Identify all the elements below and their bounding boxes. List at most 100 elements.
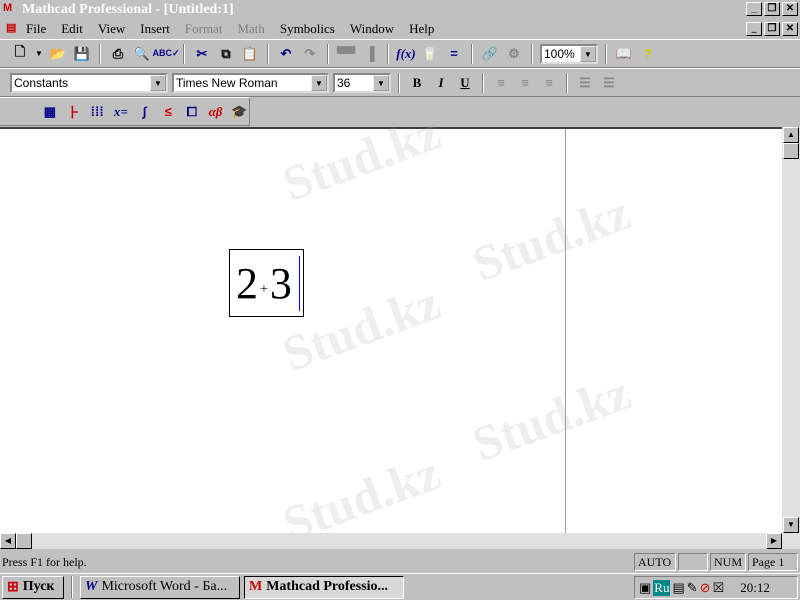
italic-button[interactable]: I <box>431 73 451 93</box>
no-entry-icon[interactable]: ⊘ <box>700 580 711 596</box>
task-word[interactable]: W Microsoft Word - Ба... <box>80 575 240 599</box>
windows-logo-icon: ⊞ <box>7 579 19 595</box>
doc-close-button[interactable]: ✕ <box>782 22 798 36</box>
insert-function-icon[interactable]: f(x) <box>396 44 416 64</box>
minimize-button[interactable]: _ <box>746 2 762 16</box>
font-size-value: 36 <box>337 75 351 90</box>
paste-icon[interactable]: 📋 <box>240 44 260 64</box>
menu-view[interactable]: View <box>98 21 125 37</box>
programming-icon[interactable]: ⧠ <box>182 102 202 122</box>
status-help: Press F1 for help. <box>2 554 87 569</box>
task-label: Mathcad Professio... <box>266 579 389 594</box>
boolean-icon[interactable]: ≤ <box>158 102 178 122</box>
menu-help[interactable]: Help <box>409 21 434 37</box>
menu-symbolics[interactable]: Symbolics <box>280 21 335 37</box>
component-wizard-icon[interactable]: ⚙ <box>504 44 524 64</box>
graph-icon[interactable]: ⺊ <box>64 102 84 122</box>
new-dropdown-icon[interactable]: ▼ <box>34 44 44 64</box>
menu-format[interactable]: Format <box>185 21 223 37</box>
calculus-icon[interactable]: ∫ <box>135 102 155 122</box>
scroll-down-arrow[interactable]: ▼ <box>783 517 799 533</box>
evaluation-icon[interactable]: x= <box>111 102 131 122</box>
menu-file[interactable]: File <box>26 21 46 37</box>
start-label: Пуск <box>22 579 55 594</box>
chevron-down-icon[interactable]: ▼ <box>311 74 327 91</box>
horizontal-scrollbar[interactable]: ◀ ▶ <box>0 533 782 549</box>
font-value: Times New Roman <box>176 75 278 90</box>
checkbox-icon[interactable]: ☒ <box>713 580 725 596</box>
redo-icon[interactable]: ↷ <box>300 44 320 64</box>
formatting-toolbar: Constants ▼ Times New Roman ▼ 36 ▼ B I U ≡ … <box>0 68 800 97</box>
cut-icon[interactable]: ✂ <box>192 44 212 64</box>
mathcad-app-icon[interactable]: M <box>3 2 18 17</box>
zoom-value: 100% <box>544 46 575 61</box>
scroll-left-arrow[interactable]: ◀ <box>0 533 16 549</box>
greek-icon[interactable]: αβ <box>206 102 226 122</box>
new-icon[interactable]: 🗋 <box>10 44 30 64</box>
resource-center-icon[interactable]: 📖 <box>614 44 634 64</box>
print-icon[interactable]: ⎙ <box>108 44 128 64</box>
close-button[interactable]: ✕ <box>782 2 798 16</box>
calculator-icon[interactable]: ▦ <box>40 102 60 122</box>
copy-icon[interactable]: ⧉ <box>216 44 236 64</box>
symbolic-icon[interactable]: 🎓 <box>229 102 249 122</box>
menu-window[interactable]: Window <box>350 21 394 37</box>
font-size-select[interactable]: 36 ▼ <box>333 72 391 93</box>
spellcheck-icon[interactable]: ABC✓ <box>152 44 179 64</box>
menu-math[interactable]: Math <box>237 21 264 37</box>
math-region[interactable]: 2 + 3 <box>229 249 304 317</box>
style-select[interactable]: Constants ▼ <box>10 72 168 93</box>
monitor-icon[interactable]: ▤ <box>672 580 684 596</box>
restore-button[interactable]: ❐ <box>764 2 780 16</box>
doc-restore-button[interactable]: ❐ <box>764 22 780 36</box>
save-icon[interactable]: 💾 <box>72 44 92 64</box>
open-icon[interactable]: 📂 <box>48 44 68 64</box>
language-indicator[interactable]: Ru <box>653 579 671 596</box>
mathcad-icon: M <box>249 579 263 594</box>
vertical-scrollbar[interactable]: ▲ ▼ <box>782 127 800 549</box>
standard-toolbar: 🗋 ▼ 📂 💾 ⎙ 🔍 ABC✓ ✂ ⧉ 📋 ↶ ↷ ▀▀ ▐ f(x) 🥛 =… <box>0 39 800 68</box>
bullets-icon[interactable]: ☰ <box>575 73 595 93</box>
scroll-up-arrow[interactable]: ▲ <box>783 127 799 143</box>
vertical-scroll-thumb[interactable] <box>783 143 799 159</box>
align-center-icon[interactable]: ≡ <box>515 73 535 93</box>
scroll-right-arrow[interactable]: ▶ <box>766 533 782 549</box>
horizontal-scroll-thumb[interactable] <box>16 533 32 549</box>
chevron-down-icon[interactable]: ▼ <box>580 45 596 62</box>
document-icon[interactable]: ▤ <box>6 21 21 36</box>
clock: 20:12 <box>740 579 770 595</box>
status-page: Page 1 <box>748 553 798 571</box>
align-left-icon[interactable]: ≡ <box>491 73 511 93</box>
start-button[interactable]: ⊞ Пуск <box>2 575 64 599</box>
insert-hyperlink-icon[interactable]: 🔗 <box>480 44 500 64</box>
title-bar: M Mathcad Professional - [Untitled:1] _ … <box>0 0 800 19</box>
numbering-icon[interactable]: ☰ <box>599 73 619 93</box>
operator-plus: + <box>260 282 268 297</box>
task-mathcad[interactable]: M Mathcad Professio... <box>244 575 404 599</box>
matrix-icon[interactable]: ⁞⁞⁞ <box>87 102 107 122</box>
tools-icon[interactable]: ✎ <box>687 580 698 596</box>
worksheet[interactable]: 2 + 3 Stud.kz Stud.kz Stud.kz Stud.kz St… <box>0 104 782 552</box>
underline-button[interactable]: U <box>455 73 475 93</box>
font-select[interactable]: Times New Roman ▼ <box>172 72 329 93</box>
calculate-icon[interactable]: = <box>444 44 464 64</box>
scheduler-icon[interactable]: ▣ <box>639 580 651 596</box>
operand-left: 2 <box>236 258 258 308</box>
chevron-down-icon[interactable]: ▼ <box>150 74 166 91</box>
align-down-icon[interactable]: ▐ <box>360 44 380 64</box>
chevron-down-icon[interactable]: ▼ <box>373 74 389 91</box>
help-icon[interactable]: ? <box>638 44 658 64</box>
zoom-select[interactable]: 100% ▼ <box>540 43 598 64</box>
menu-bar: ▤ File Edit View Insert Format Math Symb… <box>0 19 800 39</box>
menu-edit[interactable]: Edit <box>61 21 83 37</box>
insert-unit-icon[interactable]: 🥛 <box>420 44 440 64</box>
undo-icon[interactable]: ↶ <box>276 44 296 64</box>
print-preview-icon[interactable]: 🔍 <box>132 44 152 64</box>
menu-insert[interactable]: Insert <box>140 21 170 37</box>
watermark: Stud.kz <box>465 183 638 293</box>
align-right-icon[interactable]: ≡ <box>539 73 559 93</box>
bold-button[interactable]: B <box>407 73 427 93</box>
watermark: Stud.kz <box>465 363 638 473</box>
doc-minimize-button[interactable]: _ <box>746 22 762 36</box>
align-across-icon[interactable]: ▀▀ <box>336 44 356 64</box>
